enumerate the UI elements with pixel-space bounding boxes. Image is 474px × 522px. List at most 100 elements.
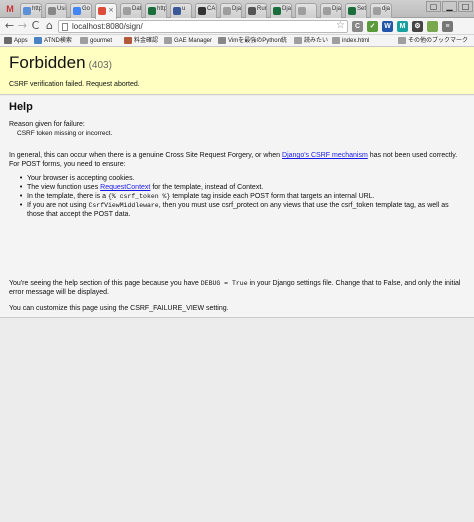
- reason-value: CSRF token missing or incorrect.: [17, 130, 113, 137]
- tab-title: Go: [82, 6, 91, 12]
- browser-tab[interactable]: Set: [345, 3, 367, 18]
- favicon-icon: [298, 7, 306, 15]
- back-button[interactable]: ←: [3, 19, 16, 33]
- browser-tab[interactable]: u: [170, 3, 192, 18]
- tab-title: http: [32, 6, 42, 12]
- bookmark-label: Vimを最強のPython統: [228, 38, 287, 44]
- list-item-text: The view function uses: [27, 184, 99, 191]
- bookmark-icon: [398, 37, 406, 44]
- bookmark-icon: [164, 37, 172, 44]
- browser-tab[interactable]: ×: [95, 3, 117, 19]
- favicon-icon: [198, 7, 206, 15]
- favicon-icon: [248, 7, 256, 15]
- maximize-icon[interactable]: □: [458, 1, 473, 12]
- browser-tab[interactable]: http: [145, 3, 167, 18]
- extension-icon[interactable]: ✓: [367, 21, 378, 32]
- favicon-icon: [323, 7, 331, 15]
- list-item-text: If you are not using: [27, 202, 87, 209]
- error-reason: CSRF verification failed. Request aborte…: [9, 81, 140, 88]
- bookmark-star-icon[interactable]: ☆: [336, 20, 345, 31]
- home-button[interactable]: ⌂: [43, 19, 56, 33]
- favicon-icon: [98, 7, 106, 15]
- bookmark-icon: [4, 37, 12, 44]
- list-item: In the template, there is a {% csrf_toke…: [19, 192, 457, 201]
- browser-tab[interactable]: dja: [370, 3, 392, 18]
- favicon-icon: [23, 7, 31, 15]
- browser-tab[interactable]: http: [20, 3, 42, 18]
- code-snippet: CsrfViewMiddleware: [88, 202, 159, 209]
- extension-icon[interactable]: ⚙: [412, 21, 423, 32]
- page-icon: [62, 23, 68, 31]
- general-text: In general, this can occur when there is…: [9, 152, 281, 159]
- list-item-text: for the template, instead of Context.: [152, 184, 264, 191]
- browser-tab[interactable]: Usi: [45, 3, 67, 18]
- browser-tab[interactable]: Dja: [270, 3, 292, 18]
- browser-tab[interactable]: Dat: [120, 3, 142, 18]
- list-item-text: template tag inside each POST form that …: [172, 193, 375, 200]
- browser-tab[interactable]: Dja: [220, 3, 242, 18]
- page-title: Forbidden (403): [9, 53, 112, 76]
- requirements-list: Your browser is accepting cookies. The v…: [19, 174, 457, 219]
- extension-icon[interactable]: [427, 21, 438, 32]
- favicon-icon: [273, 7, 281, 15]
- debug-note: You're seeing the help section of this p…: [9, 279, 465, 297]
- help-heading: Help: [9, 101, 33, 113]
- help-section: Help Reason given for failure: CSRF toke…: [0, 96, 474, 318]
- toolbar: ← → C ⌂ localhost:8080/sign/ ☆ C ✓ W M ⚙ ≡: [0, 18, 474, 35]
- favicon-icon: [148, 7, 156, 15]
- tab-title: Dja: [282, 6, 292, 12]
- customize-note: You can customize this page using the CS…: [9, 305, 229, 312]
- user-icon[interactable]: ▢: [426, 1, 441, 12]
- browser-tab[interactable]: Run: [245, 3, 267, 18]
- bookmark-label: gourmet: [90, 38, 113, 44]
- csrf-mechanism-link[interactable]: Django's CSRF mechanism: [282, 152, 368, 159]
- browser-tab[interactable]: CAI: [195, 3, 217, 18]
- forward-button[interactable]: →: [16, 19, 29, 33]
- window-controls: ▢ ▁ □: [424, 0, 474, 14]
- url-text[interactable]: localhost:8080/sign/: [72, 21, 143, 33]
- extension-icon[interactable]: ≡: [442, 21, 453, 32]
- list-item-text: Your browser is accepting cookies.: [27, 175, 135, 182]
- bookmark-label: 読みたい: [304, 38, 329, 44]
- favicon-icon: [348, 7, 356, 15]
- tab-title: Set: [357, 6, 367, 12]
- status-code: (403): [88, 60, 112, 71]
- title-text: Forbidden: [9, 53, 86, 72]
- general-explanation: In general, this can occur when there is…: [9, 151, 459, 169]
- tab-title: Usi: [57, 6, 66, 12]
- minimize-icon[interactable]: ▁: [442, 1, 457, 12]
- reload-button[interactable]: C: [29, 19, 42, 33]
- bookmark-icon: [332, 37, 340, 44]
- browser-tab[interactable]: [295, 3, 317, 18]
- bookmark-label: index.html: [342, 38, 370, 44]
- debug-text: You're seeing the help section of this p…: [9, 280, 199, 287]
- favicon-icon: [373, 7, 381, 15]
- bookmark-icon: [294, 37, 302, 44]
- address-bar[interactable]: localhost:8080/sign/ ☆: [58, 20, 348, 33]
- gmail-icon[interactable]: M: [3, 3, 17, 15]
- tab-title: Dja: [332, 6, 342, 12]
- extension-icon[interactable]: M: [397, 21, 408, 32]
- extension-icon[interactable]: C: [352, 21, 363, 32]
- bookmark-label: ATND検索: [44, 38, 72, 44]
- bookmark-icon: [34, 37, 42, 44]
- list-item: The view function uses RequestContext fo…: [19, 183, 457, 192]
- tab-title: Dat: [132, 6, 142, 12]
- favicon-icon: [73, 7, 81, 15]
- bookmark-label: 料金確認: [134, 38, 159, 44]
- browser-tab[interactable]: Dja: [320, 3, 342, 18]
- bookmark-label: GAE Manager: [174, 38, 213, 44]
- bookmarks-bar: Apps ATND検索 gourmet 料金確認 GAE Manager Vimを最強のP…: [0, 35, 474, 47]
- favicon-icon: [123, 7, 131, 15]
- bookmark-icon: [124, 37, 132, 44]
- tab-title: u: [182, 6, 186, 12]
- close-tab-icon[interactable]: ×: [108, 6, 114, 14]
- summary-section: Forbidden (403) CSRF verification failed.…: [0, 47, 474, 95]
- list-item-text: In the template, there is a: [27, 193, 106, 200]
- requestcontext-link[interactable]: RequestContext: [100, 184, 150, 191]
- bookmark-icon: [80, 37, 88, 44]
- extension-icon[interactable]: W: [382, 21, 393, 32]
- list-item: Your browser is accepting cookies.: [19, 174, 457, 183]
- browser-tab[interactable]: Go: [70, 3, 92, 18]
- tab-title: dja: [382, 6, 391, 12]
